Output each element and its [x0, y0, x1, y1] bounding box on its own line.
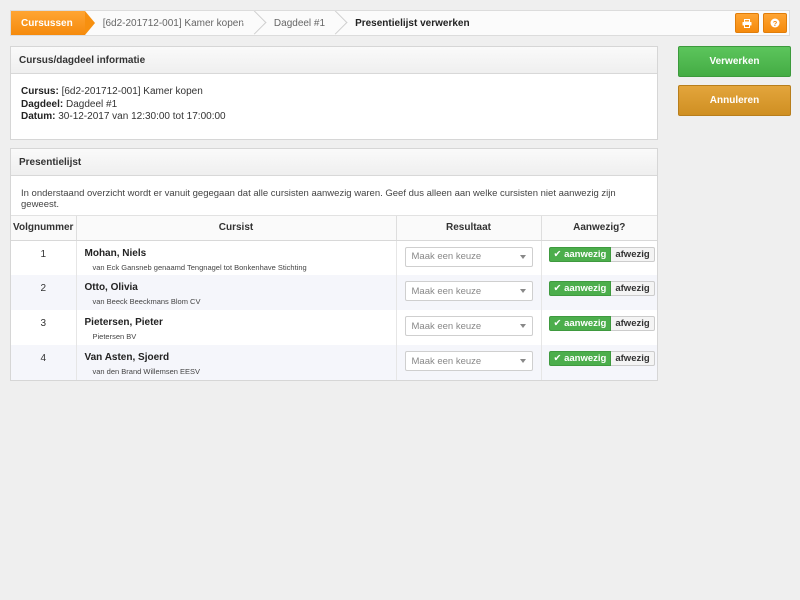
result-cell: Maak een keuze: [396, 240, 542, 275]
attendance-table: Volgnummer Cursist Resultaat Aanwezig? 1…: [11, 216, 657, 380]
student-cell: Otto, Olivia van Beeck Beeckmans Blom CV: [76, 275, 397, 310]
cancel-button[interactable]: Annuleren: [678, 85, 791, 116]
result-cell: Maak een keuze: [396, 310, 542, 345]
column-header-volgnummer: Volgnummer: [11, 216, 77, 241]
attendance-toggle: ✔ aanwezig afwezig: [548, 316, 658, 331]
attendance-panel: Presentielijst In onderstaand overzicht …: [10, 148, 658, 381]
breadcrumb-item-dagdeel[interactable]: Dagdeel #1: [256, 11, 337, 35]
course-info-panel: Cursus/dagdeel informatie Cursus: [6d2-2…: [10, 46, 658, 140]
check-icon: ✔: [553, 248, 565, 260]
course-value: [6d2-201712-001] Kamer kopen: [61, 86, 203, 97]
attendance-toggle: ✔ aanwezig afwezig: [548, 351, 658, 366]
attendance-cell: ✔ aanwezig afwezig: [541, 275, 657, 310]
table-row: 1 Mohan, Niels van Eck Gansneb genaamd T…: [11, 240, 657, 275]
absent-button[interactable]: afwezig: [611, 281, 655, 296]
student-cell: Van Asten, Sjoerd van den Brand Willemse…: [76, 345, 397, 380]
chevron-down-icon: [519, 324, 526, 328]
table-row: 2 Otto, Olivia van Beeck Beeckmans Blom …: [11, 275, 657, 310]
student-company: Pietersen BV: [92, 332, 137, 341]
check-icon: ✔: [553, 283, 565, 294]
attendance-title: Presentielijst: [11, 149, 657, 176]
breadcrumb-item-current: Presentielijst verwerken: [355, 17, 470, 29]
table-row: 3 Pietersen, Pieter Pietersen BV Maak ee…: [11, 310, 657, 345]
row-number: 1: [11, 240, 77, 275]
student-name: Van Asten, Sjoerd: [84, 352, 170, 363]
student-company: van Beeck Beeckmans Blom CV: [92, 297, 201, 306]
present-label: aanwezig: [564, 318, 607, 329]
result-select[interactable]: Maak een keuze: [404, 351, 533, 371]
table-header-row: Volgnummer Cursist Resultaat Aanwezig?: [11, 216, 657, 241]
check-icon: ✔: [553, 318, 565, 329]
attendance-cell: ✔ aanwezig afwezig: [541, 310, 657, 345]
student-name: Otto, Olivia: [84, 282, 138, 293]
student-company: van Eck Gansneb genaamd Tengnagel tot Bo…: [92, 262, 307, 272]
row-number: 4: [11, 345, 77, 380]
result-cell: Maak een keuze: [396, 345, 542, 380]
print-icon: [742, 18, 752, 28]
present-label: aanwezig: [564, 353, 607, 364]
print-button[interactable]: [735, 13, 759, 33]
absent-button[interactable]: afwezig: [611, 351, 655, 366]
result-select-placeholder: Maak een keuze: [411, 355, 482, 367]
present-button[interactable]: ✔ aanwezig: [548, 351, 612, 366]
present-button[interactable]: ✔ aanwezig: [548, 281, 612, 296]
breadcrumb-item-course[interactable]: [6d2-201712-001] Kamer kopen: [85, 11, 256, 35]
breadcrumb-actions: ?: [735, 13, 789, 33]
result-select-placeholder: Maak een keuze: [411, 320, 482, 332]
absent-button[interactable]: afwezig: [611, 316, 655, 331]
column-header-cursist: Cursist: [76, 216, 397, 241]
help-icon: ?: [770, 18, 780, 28]
row-number: 3: [11, 310, 77, 345]
datum-label: Datum:: [21, 111, 56, 122]
dagdeel-label: Dagdeel:: [21, 98, 64, 110]
row-number: 2: [11, 275, 77, 310]
student-name: Pietersen, Pieter: [84, 317, 163, 328]
result-select-placeholder: Maak een keuze: [411, 251, 482, 262]
present-button[interactable]: ✔ aanwezig: [548, 316, 612, 331]
student-cell: Pietersen, Pieter Pietersen BV: [76, 310, 397, 345]
datum-value: 30-12-2017 van 12:30:00 tot 17:00:00: [58, 111, 226, 122]
course-line: Cursus: [6d2-201712-001] Kamer kopen: [21, 86, 647, 99]
column-header-resultaat: Resultaat: [396, 216, 542, 241]
process-button[interactable]: Verwerken: [678, 46, 791, 77]
breadcrumb: Cursussen [6d2-201712-001] Kamer kopen D…: [10, 10, 790, 36]
present-label: aanwezig: [564, 283, 607, 294]
check-icon: ✔: [553, 353, 565, 364]
absent-button[interactable]: afwezig: [611, 246, 655, 262]
attendance-toggle: ✔ aanwezig afwezig: [548, 281, 658, 296]
course-label: Cursus:: [21, 86, 59, 97]
chevron-down-icon: [519, 289, 526, 293]
dagdeel-line: Dagdeel: Dagdeel #1: [21, 99, 647, 112]
attendance-cell: ✔ aanwezig afwezig: [541, 345, 657, 380]
datum-line: Datum: 30-12-2017 van 12:30:00 tot 17:00…: [21, 111, 647, 124]
chevron-down-icon: [519, 359, 526, 363]
result-select-placeholder: Maak een keuze: [411, 285, 482, 297]
result-select[interactable]: Maak een keuze: [404, 246, 533, 267]
chevron-down-icon: [519, 254, 526, 259]
student-company: van den Brand Willemsen EESV: [92, 367, 201, 376]
breadcrumb-item-cursussen[interactable]: Cursussen: [11, 11, 95, 35]
course-info-body: Cursus: [6d2-201712-001] Kamer kopen Dag…: [11, 74, 657, 136]
result-select[interactable]: Maak een keuze: [404, 281, 533, 301]
table-row: 4 Van Asten, Sjoerd van den Brand Willem…: [11, 345, 657, 380]
attendance-toggle: ✔ aanwezig afwezig: [548, 246, 658, 262]
attendance-intro: In onderstaand overzicht wordt er vanuit…: [11, 176, 657, 216]
student-name: Mohan, Niels: [84, 247, 147, 259]
present-button[interactable]: ✔ aanwezig: [548, 246, 612, 262]
svg-text:?: ?: [773, 19, 778, 28]
course-info-title: Cursus/dagdeel informatie: [11, 47, 657, 74]
attendance-cell: ✔ aanwezig afwezig: [541, 240, 657, 275]
result-select[interactable]: Maak een keuze: [404, 316, 533, 336]
result-cell: Maak een keuze: [396, 275, 542, 310]
column-header-aanwezig: Aanwezig?: [541, 216, 657, 241]
student-cell: Mohan, Niels van Eck Gansneb genaamd Ten…: [76, 240, 397, 275]
dagdeel-value: Dagdeel #1: [66, 98, 118, 110]
present-label: aanwezig: [564, 248, 607, 260]
help-button[interactable]: ?: [763, 13, 787, 33]
